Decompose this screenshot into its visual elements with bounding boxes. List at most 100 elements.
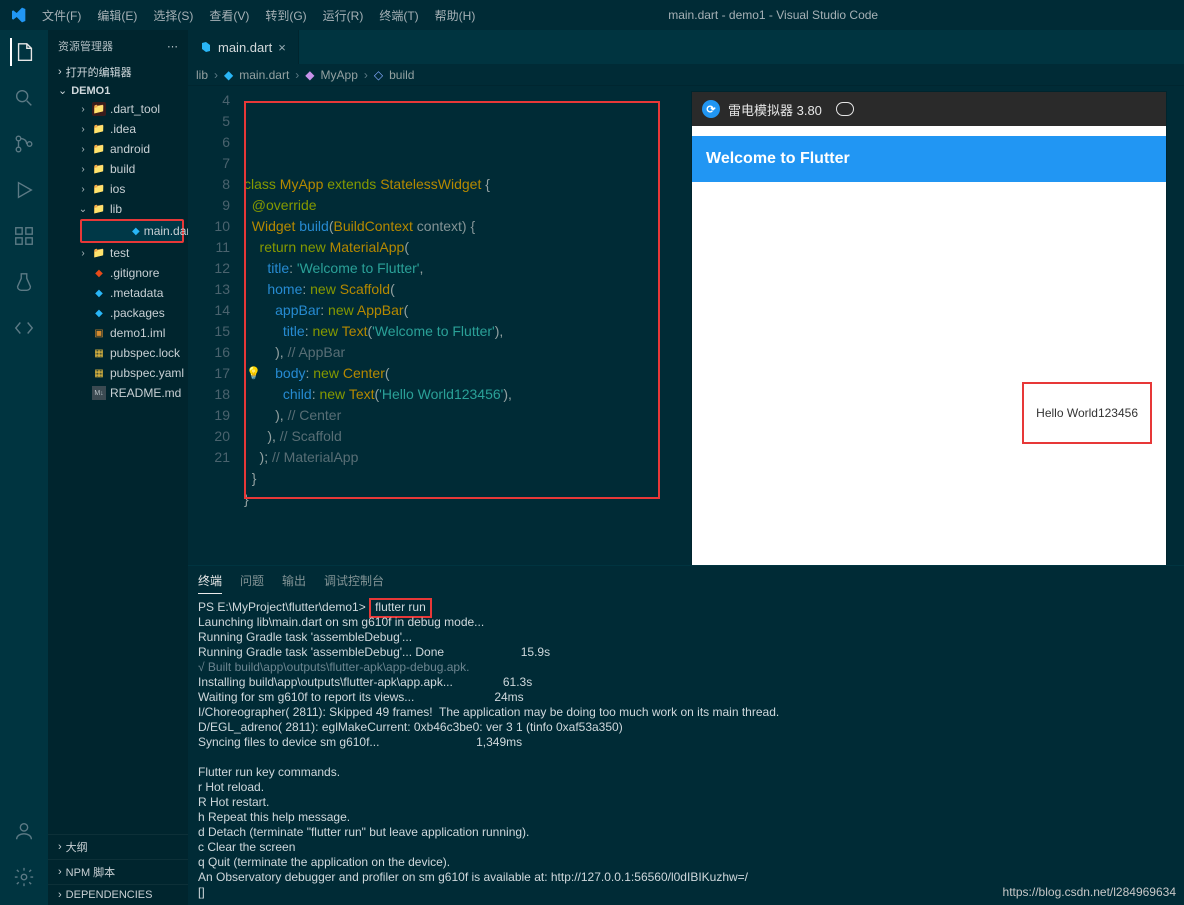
menu-item[interactable]: 选择(S) — [146, 3, 200, 28]
project-label: DEMO1 — [71, 85, 110, 97]
file-item[interactable]: M↓ README.md — [48, 383, 188, 403]
file-item[interactable]: ▦ pubspec.yaml — [48, 363, 188, 383]
tree-item-label: pubspec.lock — [110, 346, 180, 360]
terminal-line: √ Built build\app\outputs\flutter-apk\ap… — [198, 660, 1174, 675]
breadcrumb-method[interactable]: build — [389, 68, 414, 82]
folder-icon: 📁 — [92, 142, 106, 156]
menu-bar: 文件(F)编辑(E)选择(S)查看(V)转到(G)运行(R)终端(T)帮助(H) — [35, 3, 482, 28]
file-icon: ◆ — [92, 286, 106, 300]
tree-item-label: demo1.iml — [110, 326, 165, 340]
menu-item[interactable]: 编辑(E) — [90, 3, 144, 28]
file-icon: ▦ — [92, 366, 106, 380]
remote-icon[interactable] — [10, 314, 38, 342]
folder-item[interactable]: ›📁build — [48, 159, 188, 179]
watermark: https://blog.csdn.net/l284969634 — [1003, 885, 1176, 899]
folder-item[interactable]: ›📁android — [48, 139, 188, 159]
terminal-line: Installing build\app\outputs\flutter-apk… — [198, 675, 1174, 690]
menu-item[interactable]: 帮助(H) — [428, 3, 483, 28]
open-editors-label: 打开的编辑器 — [66, 64, 132, 80]
terminal-line: h Repeat this help message. — [198, 810, 1174, 825]
breadcrumb-lib[interactable]: lib — [196, 68, 208, 82]
tree-item-label: .dart_tool — [110, 102, 160, 116]
file-item[interactable]: ◆ .gitignore — [48, 263, 188, 283]
accounts-icon[interactable] — [10, 817, 38, 845]
menu-item[interactable]: 终端(T) — [372, 3, 425, 28]
tree-item-label: pubspec.yaml — [110, 366, 184, 380]
menu-item[interactable]: 运行(R) — [316, 3, 371, 28]
file-item[interactable]: ▦ pubspec.lock — [48, 343, 188, 363]
folder-item[interactable]: ›📁test — [48, 243, 188, 263]
testing-icon[interactable] — [10, 268, 38, 296]
extensions-icon[interactable] — [10, 222, 38, 250]
explorer-icon[interactable] — [10, 38, 38, 66]
terminal-line: q Quit (terminate the application on the… — [198, 855, 1174, 870]
file-item[interactable]: ▣ demo1.iml — [48, 323, 188, 343]
settings-gear-icon[interactable] — [10, 863, 38, 891]
terminal-line: D/EGL_adreno( 2811): eglMakeCurrent: 0xb… — [198, 720, 1174, 735]
terminal-line: d Detach (terminate "flutter run" but le… — [198, 825, 1174, 840]
sidebar-section[interactable]: ›DEPENDENCIES — [48, 884, 188, 905]
tree-item-label: build — [110, 162, 135, 176]
dart-file-icon: ◆ — [224, 68, 233, 82]
menu-item[interactable]: 查看(V) — [202, 3, 256, 28]
tree-item-label: .gitignore — [110, 266, 159, 280]
breadcrumb-file[interactable]: main.dart — [239, 68, 289, 82]
menu-item[interactable]: 文件(F) — [35, 3, 88, 28]
tab-main-dart[interactable]: main.dart × — [188, 30, 299, 64]
more-icon[interactable]: ⋯ — [167, 40, 178, 53]
flutter-appbar: Welcome to Flutter — [692, 136, 1166, 182]
file-item[interactable]: ◆.metadata — [48, 283, 188, 303]
breadcrumb-class[interactable]: MyApp — [321, 68, 358, 82]
file-icon: ▣ — [92, 326, 106, 340]
hello-text: Hello World123456 — [1036, 406, 1138, 420]
tree-item-label: .idea — [110, 122, 136, 136]
folder-icon: 📁 — [92, 162, 106, 176]
sidebar-section[interactable]: ›大纲 — [48, 834, 188, 859]
menu-item[interactable]: 转到(G) — [258, 3, 313, 28]
window-title: main.dart - demo1 - Visual Studio Code — [482, 8, 1064, 22]
terminal-line — [198, 750, 1174, 765]
tree-item-label: README.md — [110, 386, 181, 400]
breadcrumb[interactable]: lib› ◆main.dart› ◆MyApp› ◇build — [188, 64, 1184, 86]
terminal-line: An Observatory debugger and profiler on … — [198, 870, 1174, 885]
folder-item[interactable]: ›📁.idea — [48, 119, 188, 139]
panel-tab[interactable]: 输出 — [282, 572, 306, 594]
sidebar-header-title: 资源管理器 — [58, 38, 113, 54]
emulator-chip-icon — [836, 102, 854, 116]
open-editors-section[interactable]: ›打开的编辑器 — [48, 62, 188, 82]
search-icon[interactable] — [10, 84, 38, 112]
file-icon: M↓ — [92, 386, 106, 400]
terminal-line: r Hot reload. — [198, 780, 1174, 795]
folder-item[interactable]: ⌄📁lib — [48, 199, 188, 219]
file-item[interactable]: ◆.packages — [48, 303, 188, 323]
lightbulb-icon[interactable]: 💡 — [246, 363, 261, 384]
file-icon: ▦ — [92, 346, 106, 360]
panel-tab[interactable]: 调试控制台 — [324, 572, 384, 594]
sidebar-header: 资源管理器 ⋯ — [48, 30, 188, 62]
tree-item-label: main.dart — [144, 224, 194, 238]
tree-item-label: android — [110, 142, 150, 156]
close-tab-icon[interactable]: × — [278, 40, 286, 55]
flutter-appbar-title: Welcome to Flutter — [706, 150, 850, 168]
editor-tabs: main.dart × — [188, 30, 1184, 64]
tab-label: main.dart — [218, 40, 272, 55]
class-icon: ◆ — [305, 68, 314, 82]
panel-tab[interactable]: 问题 — [240, 572, 264, 594]
project-section[interactable]: ⌄DEMO1 — [48, 82, 188, 99]
terminal-body[interactable]: PS E:\MyProject\flutter\demo1> flutter r… — [188, 594, 1184, 905]
panel-tab[interactable]: 终端 — [198, 572, 222, 594]
source-control-icon[interactable] — [10, 130, 38, 158]
terminal-line: Running Gradle task 'assembleDebug'... — [198, 630, 1174, 645]
run-debug-icon[interactable] — [10, 176, 38, 204]
tree-item-label: ios — [110, 182, 125, 196]
emulator-titlebar[interactable]: ⟳ 雷电模拟器 3.80 — [692, 92, 1166, 126]
folder-item[interactable]: ›📁ios — [48, 179, 188, 199]
folder-item[interactable]: ›📁.dart_tool — [48, 99, 188, 119]
tree-item-label: test — [110, 246, 129, 260]
file-item[interactable]: ◆main.dart — [82, 221, 182, 241]
file-icon: ◆ — [92, 266, 106, 280]
tree-item-label: .packages — [110, 306, 165, 320]
folder-icon: 📁 — [92, 202, 106, 216]
terminal-line: Running Gradle task 'assembleDebug'... D… — [198, 645, 1174, 660]
sidebar-section[interactable]: ›NPM 脚本 — [48, 859, 188, 884]
